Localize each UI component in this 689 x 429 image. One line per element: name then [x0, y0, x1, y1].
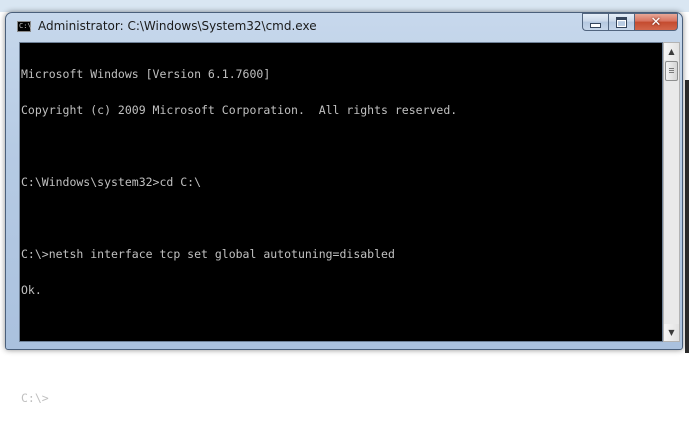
maximize-button[interactable]: [608, 13, 634, 31]
scroll-down-button[interactable]: ▼: [664, 324, 679, 341]
maximize-icon: [616, 16, 627, 28]
grip-line: [669, 70, 674, 71]
scroll-thumb[interactable]: [665, 61, 678, 81]
window-title: Administrator: C:\Windows\System32\cmd.e…: [38, 19, 317, 33]
close-icon: ✕: [650, 14, 662, 30]
cmd-icon-label: C:\: [19, 22, 32, 30]
console-line: C:\Windows\system32>cd C:\: [21, 175, 202, 189]
scroll-up-button[interactable]: ▲: [664, 43, 679, 60]
grip-line: [669, 68, 674, 69]
chevron-down-icon: ▼: [668, 328, 675, 337]
console-area[interactable]: Microsoft Windows [Version 6.1.7600] Cop…: [19, 42, 663, 404]
console-prompt[interactable]: C:\>: [21, 392, 457, 404]
console-line: C:\>netsh interface tcp set global autot…: [21, 247, 395, 261]
console-line: Copyright (c) 2009 Microsoft Corporation…: [21, 103, 458, 117]
minimize-button[interactable]: [582, 13, 608, 31]
cmd-window: C:\ Administrator: C:\Windows\System32\c…: [5, 12, 683, 404]
console-line: Microsoft Windows [Version 6.1.7600]: [21, 67, 271, 81]
console-line: Ok.: [21, 283, 42, 297]
cmd-icon[interactable]: C:\: [17, 21, 32, 32]
vertical-scrollbar[interactable]: ▲ ▼: [663, 42, 680, 342]
minimize-icon: [590, 22, 601, 28]
caption-buttons: ✕: [582, 13, 678, 31]
background-window-edge-right: [685, 80, 689, 353]
title-bar[interactable]: C:\ Administrator: C:\Windows\System32\c…: [6, 13, 682, 38]
background-window-edge: [0, 0, 689, 12]
console-output: Microsoft Windows [Version 6.1.7600] Cop…: [21, 44, 457, 428]
grip-line: [669, 72, 674, 73]
close-button[interactable]: ✕: [634, 13, 678, 31]
chevron-up-icon: ▲: [668, 47, 675, 56]
